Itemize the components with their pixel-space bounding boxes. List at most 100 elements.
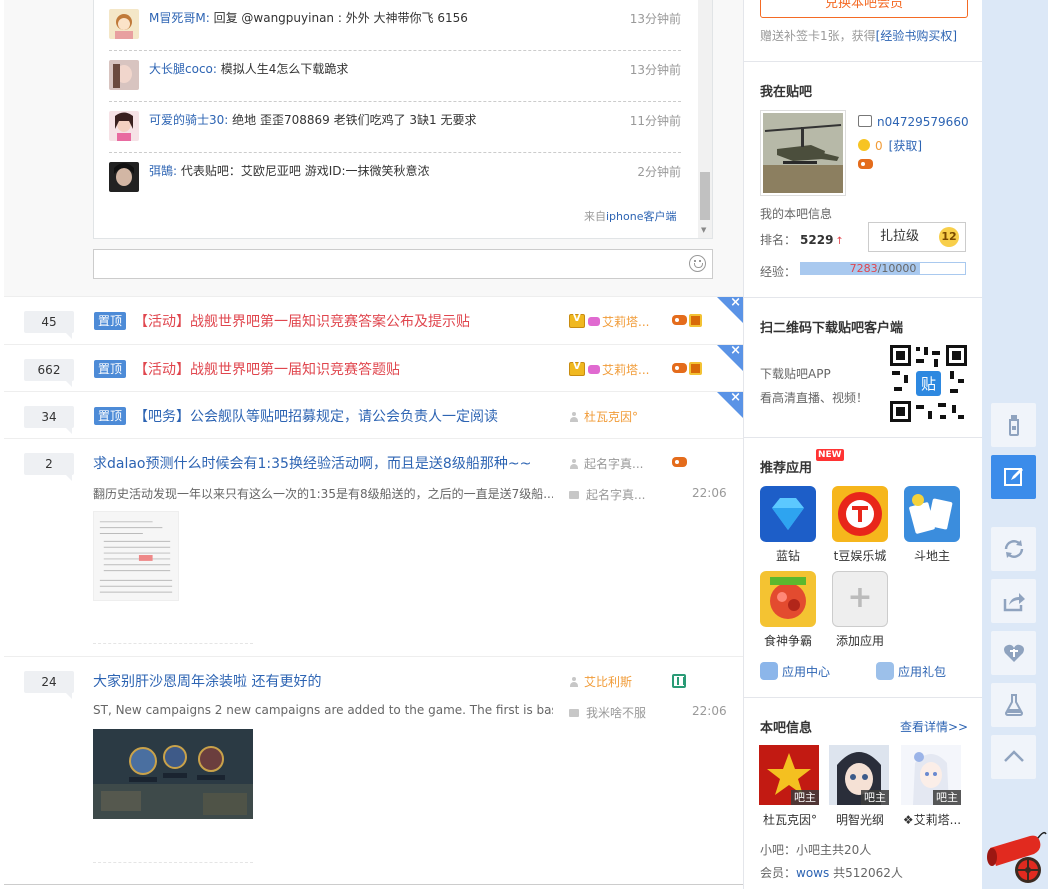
my-avatar[interactable] <box>760 110 846 196</box>
thread-author[interactable]: 艾莉塔... <box>569 313 649 330</box>
app-center-link[interactable]: 应用中心 <box>760 662 830 680</box>
back-to-top-button[interactable] <box>991 735 1036 779</box>
reply-scrollbar[interactable]: ▼ <box>698 0 712 238</box>
reply-input[interactable] <box>93 249 713 279</box>
last-replier-name[interactable]: 起名字真... <box>586 488 645 502</box>
members-name[interactable]: wows <box>796 866 829 880</box>
app-gift-link[interactable]: 应用礼包 <box>876 662 946 680</box>
app-gift-label[interactable]: 应用礼包 <box>898 665 946 679</box>
reply-username[interactable]: 大长腿coco: <box>149 62 217 76</box>
thread-author-name[interactable]: 起名字真... <box>584 457 643 471</box>
close-icon[interactable]: × <box>730 390 741 405</box>
thread-author[interactable]: 艾莉塔... <box>569 361 649 378</box>
user-avatar[interactable] <box>109 162 139 192</box>
app-name: 食神争霸 <box>763 634 812 648</box>
tieba-love-button[interactable] <box>991 631 1036 675</box>
gamepad-icon <box>858 159 873 169</box>
manager-name[interactable]: ❖艾莉塔... <box>901 811 963 828</box>
rank-row: 排名： 5229 ↑ <box>760 231 844 248</box>
level-box[interactable]: 扎拉级 12 <box>868 222 966 252</box>
recommended-apps-title: 推荐应用 <box>760 461 813 476</box>
share-button[interactable] <box>991 579 1036 623</box>
tdou-casino-icon <box>832 486 888 542</box>
helicopter-avatar-image <box>763 113 843 193</box>
thread-author-name[interactable]: 艾莉塔... <box>602 363 649 377</box>
close-icon[interactable]: × <box>730 343 741 358</box>
thread-image-thumbnail[interactable] <box>93 729 253 819</box>
thread-image-thumbnail[interactable] <box>93 511 179 601</box>
app-blue-diamond[interactable]: 蓝钻 <box>753 486 823 564</box>
thread-title[interactable]: 【吧务】公会舰队等贴吧招募规定，请公会负责人一定阅读 <box>134 406 498 426</box>
emoji-icon[interactable] <box>689 255 706 272</box>
manager-card[interactable]: 吧主 ❖艾莉塔... <box>901 745 963 828</box>
reply-username[interactable]: M冒死哥M: <box>149 11 210 25</box>
username-text[interactable]: n04729579660 <box>877 115 969 129</box>
back-to-top-icon <box>1004 750 1024 762</box>
reply-username[interactable]: 弭鵠: <box>149 164 177 178</box>
sticky-badge: 置顶 <box>94 312 126 330</box>
user-avatar[interactable] <box>109 111 139 141</box>
last-replier-name[interactable]: 我米啥不服 <box>586 706 646 720</box>
bottle-button[interactable] <box>991 403 1036 447</box>
small-managers-info[interactable]: 小吧：小吧主共20人 <box>760 841 871 858</box>
lab-button[interactable] <box>991 683 1036 727</box>
shishen-icon <box>760 571 816 627</box>
members-label: 会员： <box>760 866 797 880</box>
bottle-icon <box>1009 415 1019 436</box>
scrollbar-thumb[interactable] <box>700 172 710 220</box>
thread-title[interactable]: 大家别肝沙恩周年涂装啦 还有更好的 <box>93 671 321 691</box>
manager-avatar[interactable]: 吧主 <box>901 745 961 805</box>
app-shishen[interactable]: 食神争霸 <box>753 571 823 649</box>
divider <box>744 61 982 62</box>
manager-avatar[interactable]: 吧主 <box>759 745 819 805</box>
last-replier[interactable]: 我米啥不服 <box>569 704 646 721</box>
cannon-mascot-icon[interactable] <box>986 826 1048 886</box>
app-desc-line: 看高清直播、视频！ <box>760 391 869 405</box>
qr-section-title: 扫二维码下载贴吧客户端 <box>760 321 904 336</box>
blue-diamond-icon <box>760 486 816 542</box>
new-post-button[interactable] <box>991 455 1036 499</box>
thread-title[interactable]: 【活动】战舰世界吧第一届知识竞赛答案公布及提示贴 <box>134 311 470 331</box>
close-icon[interactable]: × <box>730 295 741 310</box>
refresh-button[interactable] <box>991 527 1036 571</box>
scroll-down-arrow-icon[interactable]: ▼ <box>701 226 706 234</box>
thread-author[interactable]: 艾比利斯 <box>569 673 632 690</box>
right-sidebar: 兑换本吧会员 赠送补签卡1张，获得[经验书购买权] 我在贴吧 n04729579… <box>744 0 982 889</box>
exp-current: 7283 <box>849 262 878 275</box>
thread-author[interactable]: 起名字真... <box>569 455 643 472</box>
app-tdou-casino[interactable]: t豆娱乐城 <box>825 486 895 564</box>
thread-author[interactable]: 杜瓦克因° <box>569 408 638 425</box>
members-count: 共512062人 <box>833 866 903 880</box>
manager-avatar[interactable]: 吧主 <box>829 745 889 805</box>
reply-bubble-icon <box>569 491 579 499</box>
user-icon <box>569 412 579 422</box>
exp-book-link[interactable]: [经验书购买权] <box>876 29 957 43</box>
share-icon <box>1003 593 1025 612</box>
tdou-balance: 0 [获取] <box>858 137 922 154</box>
manager-card[interactable]: 吧主 明智光纲 <box>829 745 891 828</box>
view-details-link[interactable]: 查看详情>> <box>900 718 968 735</box>
my-username[interactable]: n04729579660 <box>858 115 969 129</box>
tdou-amount: 0 <box>875 139 883 153</box>
redeem-vip-button[interactable]: 兑换本吧会员 <box>760 0 968 18</box>
app-doudizhu[interactable]: 斗地主 <box>897 486 967 564</box>
manager-name[interactable]: 明智光纲 <box>829 811 891 828</box>
last-replier[interactable]: 起名字真... <box>569 486 645 503</box>
thread-row: 34 置顶 【吧务】公会舰队等贴吧招募规定，请公会负责人一定阅读 杜瓦克因° × <box>4 390 743 438</box>
reply-source-link[interactable]: iphone客户端 <box>606 210 676 223</box>
user-avatar[interactable] <box>109 60 139 90</box>
reply-username[interactable]: 可爱的骑士30: <box>149 113 228 127</box>
thread-title[interactable]: 【活动】战舰世界吧第一届知识竞赛答题贴 <box>134 359 400 379</box>
thread-title[interactable]: 求dalao预测什么时候会有1:35换经验活动啊，而且是送8级船那种~~ <box>93 453 531 473</box>
user-avatar[interactable] <box>109 9 139 39</box>
thread-author-name[interactable]: 艾莉塔... <box>602 315 649 329</box>
manager-card[interactable]: 吧主 杜瓦克因° <box>759 745 821 828</box>
exp-total: /10000 <box>877 262 917 275</box>
add-app-button[interactable]: 添加应用 <box>825 571 895 649</box>
reply-item: 可爱的骑士30: 绝地 歪歪708869 老铁们吃鸡了 3缺1 无要求 11分钟… <box>109 102 681 153</box>
thread-author-name[interactable]: 艾比利斯 <box>584 675 632 689</box>
get-tdou-link[interactable]: [获取] <box>889 139 922 153</box>
app-center-label[interactable]: 应用中心 <box>782 665 830 679</box>
manager-name[interactable]: 杜瓦克因° <box>759 811 821 828</box>
thread-author-name[interactable]: 杜瓦克因° <box>584 410 638 424</box>
